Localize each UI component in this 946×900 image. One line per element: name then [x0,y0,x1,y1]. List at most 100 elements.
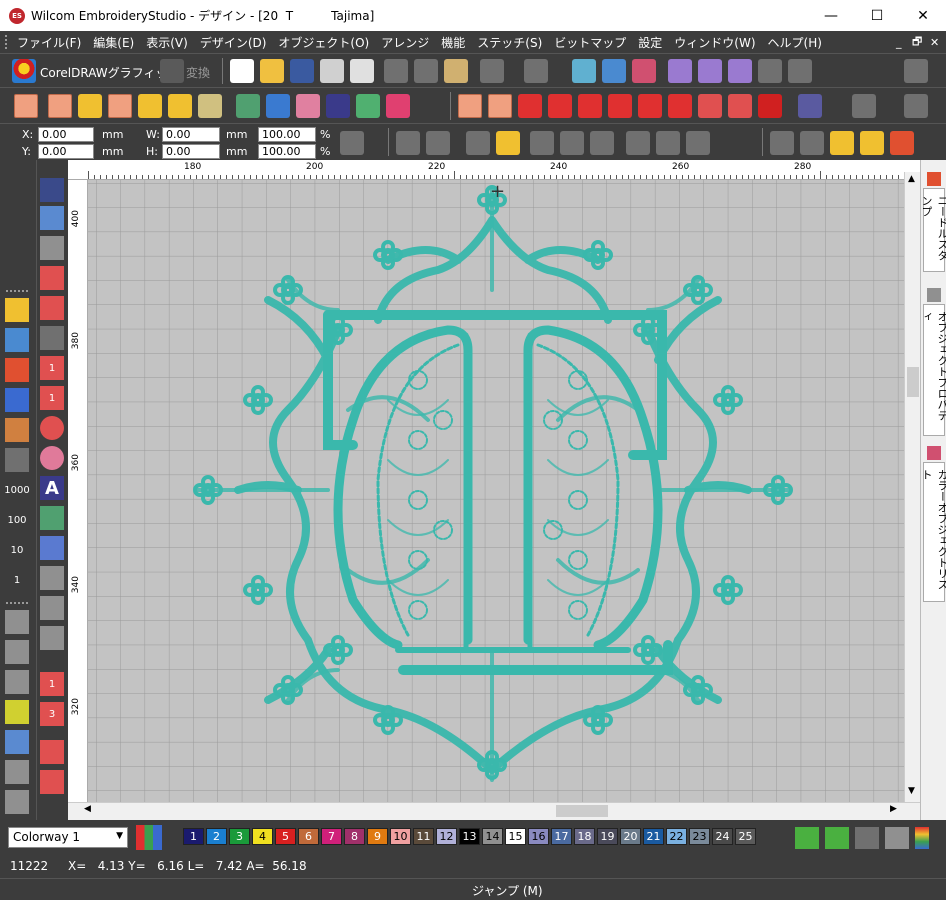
x-position-field[interactable]: 0.00 [38,127,94,142]
pattern-fill-icon[interactable] [758,94,782,118]
stitch-view-icon[interactable] [830,131,854,155]
lower-icon[interactable] [758,59,782,83]
color-swatch[interactable]: 15 [505,828,526,845]
triangle-icon[interactable] [5,730,29,754]
move-down-icon[interactable] [698,59,722,83]
color-swatch[interactable]: 18 [574,828,595,845]
hexagon-icon[interactable] [5,670,29,694]
wave-fill-icon[interactable] [638,94,662,118]
grid-icon[interactable] [904,59,928,83]
zigzag-icon[interactable] [5,358,29,382]
maximize-button[interactable]: ☐ [854,0,900,31]
bar-icon[interactable] [5,760,29,784]
color-swatch[interactable]: 25 [735,828,756,845]
scroll-down-icon[interactable]: ▼ [908,786,915,796]
digitize-icon[interactable] [40,296,64,320]
tab-color-object-list[interactable]: カラーオブジェクトリスト [920,462,946,602]
chevron-down-icon[interactable]: ▼ [116,831,123,841]
arrange-icon[interactable] [788,59,812,83]
mirror-v-icon[interactable] [560,131,584,155]
hatch-icon[interactable] [40,596,64,620]
picture-icon[interactable] [236,94,260,118]
fork-icon[interactable] [168,94,192,118]
cut-icon[interactable] [384,59,408,83]
needle-points-icon[interactable] [860,131,884,155]
rotate-icon[interactable] [590,131,614,155]
scissors-icon[interactable] [5,448,29,472]
convert-button[interactable]: 変換 [186,64,210,81]
width-field[interactable]: 0.00 [162,127,220,142]
copy-icon[interactable] [414,59,438,83]
color-swatch[interactable]: 24 [712,828,733,845]
redo-icon[interactable] [524,59,548,83]
satin-stitch-icon[interactable] [458,94,482,118]
color-swatch[interactable]: 17 [551,828,572,845]
menu-item[interactable]: 機能 [435,34,471,51]
menu-item[interactable]: ステッチ(S) [471,34,548,51]
mdi-close-button[interactable]: ✕ [930,31,939,53]
color-swatch[interactable]: 7 [321,828,342,845]
measure-icon[interactable] [904,94,928,118]
team-names-icon[interactable] [40,506,64,530]
color-swatch[interactable]: 5 [275,828,296,845]
color-swatch[interactable]: 21 [643,828,664,845]
color-swatch[interactable]: 10 [390,828,411,845]
color-swatch[interactable]: 11 [413,828,434,845]
center-icon[interactable] [5,328,29,352]
counter-1[interactable]: 1 [5,568,29,592]
ring-icon[interactable] [5,790,29,814]
leaf-fill-icon[interactable] [108,94,132,118]
color-swatch[interactable]: 8 [344,828,365,845]
stitch-player-icon[interactable] [602,59,626,83]
color-swatch[interactable]: 4 [252,828,273,845]
color-swatch[interactable]: 3 [229,828,250,845]
design-canvas[interactable]: + [88,180,904,802]
scroll-right-icon[interactable]: ▶ [890,804,897,814]
menu-item[interactable]: ウィンドウ(W) [668,34,761,51]
horizontal-scrollbar[interactable]: ◀ ▶ [68,802,920,818]
needle-icon[interactable] [5,298,29,322]
zoom-icon[interactable] [852,94,876,118]
color-swatch[interactable]: 1 [183,828,204,845]
color-palette-icon[interactable] [136,825,162,850]
run-line-icon[interactable] [138,94,162,118]
thread-chart-icon[interactable] [855,827,879,849]
height-field[interactable]: 0.00 [162,144,220,159]
align-right-icon[interactable] [686,131,710,155]
balls-icon[interactable] [386,94,410,118]
zigzag-stitch-icon[interactable] [488,94,512,118]
counter-100[interactable]: 100 [5,508,29,532]
frame-icon[interactable] [356,94,380,118]
menu-item[interactable]: ヘルプ(H) [762,34,828,51]
color-swatch[interactable]: 9 [367,828,388,845]
fish-icon[interactable] [198,94,222,118]
tatami-icon[interactable] [578,94,602,118]
paste-icon[interactable] [444,59,468,83]
color-swatch[interactable]: 13 [459,828,480,845]
menu-item[interactable]: オブジェクト(O) [272,34,375,51]
figure-icon[interactable] [326,94,350,118]
unlock-icon[interactable] [496,131,520,155]
ungroup-icon[interactable] [426,131,450,155]
travel-icon[interactable] [572,59,596,83]
coreldraw-graphics-button[interactable]: CorelDRAWグラフィック [40,64,179,81]
counter-10[interactable]: 10 [5,538,29,562]
color-swatch[interactable]: 23 [689,828,710,845]
cog-icon[interactable] [5,640,29,664]
motif-fill-icon[interactable] [698,94,722,118]
reshape-icon[interactable] [40,206,64,230]
close-button[interactable]: ✕ [900,0,946,31]
open-folder-icon[interactable] [260,59,284,83]
color-swatch[interactable]: 14 [482,828,503,845]
new-file-icon[interactable] [230,59,254,83]
menu-item[interactable]: ファイル(F) [11,34,87,51]
run-tool-icon[interactable]: 1 [40,672,64,696]
hexagon-yellow-icon[interactable] [5,700,29,724]
scroll-up-icon[interactable]: ▲ [908,174,915,184]
color-swatch[interactable]: 6 [298,828,319,845]
lettering-icon[interactable]: A [40,476,64,500]
color-film-icon[interactable] [632,59,656,83]
color-swatch[interactable]: 20 [620,828,641,845]
height-percent-field[interactable]: 100.00 [258,144,316,159]
bobbin-icon[interactable] [5,388,29,412]
